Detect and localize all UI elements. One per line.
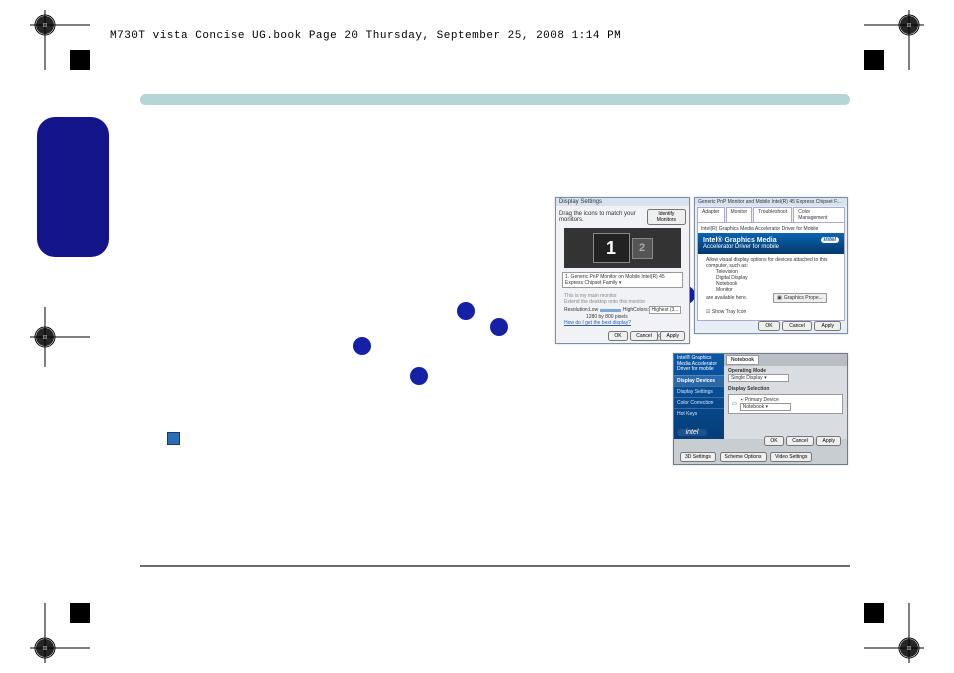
intel-logo-icon: intel	[821, 237, 839, 243]
cancel-button[interactable]: Cancel	[630, 331, 658, 341]
tab-intel[interactable]: Intel(R) Graphics Media Accelerator Driv…	[700, 225, 842, 233]
graphics-properties-button[interactable]: ▣ Graphics Prope...	[773, 293, 827, 303]
intel-gma-panel: Intel® Graphics Media Accelerator Driver…	[673, 353, 848, 465]
3d-settings-button[interactable]: 3D Settings	[680, 452, 716, 462]
tab-colormgmt[interactable]: Color Management	[793, 207, 845, 222]
tab-adapter[interactable]: Adapter	[697, 207, 725, 222]
colors-label: Colors:	[633, 307, 649, 313]
monitor-1-icon[interactable]: 1	[593, 233, 630, 263]
tray-icon	[167, 432, 180, 445]
footer-rule	[140, 565, 850, 567]
ok-button[interactable]: OK	[758, 321, 779, 331]
sidebar-item-display-settings[interactable]: Display Settings	[674, 386, 724, 397]
help-link[interactable]: How do I get the best display?	[556, 320, 689, 328]
callout-dot	[353, 337, 371, 355]
device-dropdown[interactable]: Notebook ▾	[740, 403, 791, 411]
section-divider	[140, 94, 850, 105]
resolution-slider[interactable]	[600, 309, 621, 312]
display-selection-label: Display Selection	[728, 386, 769, 392]
colors-dropdown[interactable]: Highest (3...	[649, 306, 681, 314]
cancel-button[interactable]: Cancel	[782, 321, 812, 331]
tray-label: Show Tray Icon	[712, 309, 746, 315]
monitor-icon: ▣	[777, 295, 782, 301]
band-line1: Intel® Graphics Media	[703, 237, 777, 244]
page-header-text: M730T vista Concise UG.book Page 20 Thur…	[110, 30, 621, 42]
body-lead: Allow visual display options for devices…	[706, 257, 836, 269]
apply-button[interactable]: Apply	[816, 436, 841, 446]
extend-desktop-checkbox-label: Extend the desktop onto this monitor	[564, 299, 681, 305]
intel-logo-icon: intel	[677, 429, 707, 436]
video-settings-button[interactable]: Video Settings	[770, 452, 812, 462]
crop-mark-br	[864, 603, 924, 663]
operating-mode-dropdown[interactable]: Single Display ▾	[728, 374, 789, 382]
notebook-icon: ▭	[732, 401, 737, 407]
window-title: Generic PnP Monitor and Mobile Intel(R) …	[695, 198, 847, 206]
section-tab	[37, 117, 109, 257]
intel-sidebar: Intel® Graphics Media Accelerator Driver…	[674, 354, 724, 439]
callout-dot	[490, 318, 508, 336]
callout-dot	[410, 367, 428, 385]
crop-mark-tl	[30, 10, 90, 70]
cancel-button[interactable]: Cancel	[786, 436, 814, 446]
monitor-select-dropdown[interactable]: 1. Generic PnP Monitor on Mobile Intel(R…	[562, 272, 683, 288]
ok-button[interactable]: OK	[764, 436, 783, 446]
callout-dot	[457, 302, 475, 320]
monitor-2-icon[interactable]: 2	[632, 238, 653, 259]
tray-checkbox[interactable]: ☑	[706, 309, 710, 315]
tab-troubleshoot[interactable]: Troubleshoot	[753, 207, 792, 222]
apply-button[interactable]: Apply	[814, 321, 841, 331]
apply-button[interactable]: Apply	[660, 331, 685, 341]
monitor-properties-window: Generic PnP Monitor and Mobile Intel(R) …	[694, 197, 848, 334]
crop-mark-ml	[30, 307, 90, 367]
available-text: are available here.	[706, 295, 747, 301]
scheme-options-button[interactable]: Scheme Options	[720, 452, 767, 462]
tab-monitor[interactable]: Monitor	[726, 207, 753, 222]
crop-mark-tr	[864, 10, 924, 70]
identify-monitors-button[interactable]: Identify Monitors	[647, 209, 686, 225]
sidebar-item-display-devices[interactable]: Display Devices	[674, 375, 724, 386]
instruction-text: Drag the icons to match your monitors.	[559, 211, 647, 223]
sidebar-item-hot-keys[interactable]: Hot Keys	[674, 408, 724, 419]
display-settings-window: Display Settings Drag the icons to match…	[555, 197, 690, 344]
tab-notebook[interactable]: Notebook	[726, 355, 759, 365]
crop-mark-bl	[30, 603, 90, 663]
band-line2: Accelerator Driver for mobile	[703, 244, 779, 250]
ok-button[interactable]: OK	[608, 331, 627, 341]
sidebar-item-color-correction[interactable]: Color Correction	[674, 397, 724, 408]
window-title: Display Settings	[556, 198, 689, 206]
resolution-label: Resolution:	[564, 307, 589, 313]
brand-text: Intel® Graphics Media Accelerator Driver…	[674, 354, 724, 375]
tab-row: Adapter Monitor Troubleshoot Color Manag…	[695, 206, 847, 222]
monitor-area[interactable]: 1 2	[564, 228, 681, 268]
